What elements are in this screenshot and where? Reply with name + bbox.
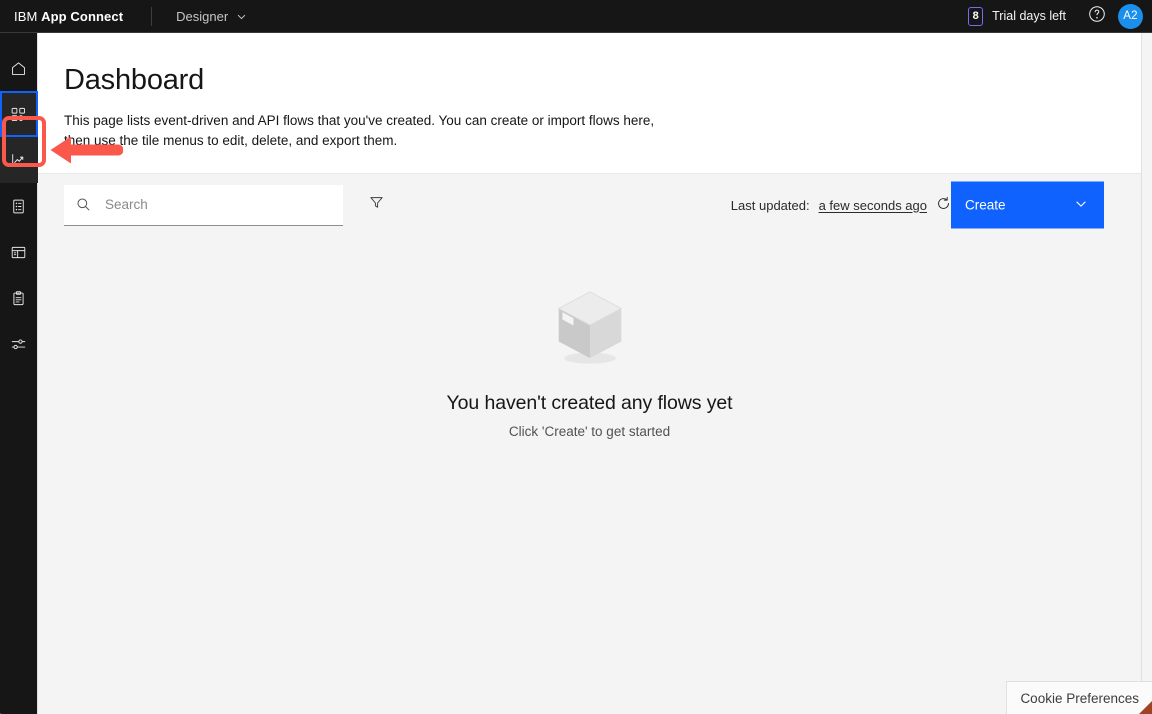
create-button[interactable]: Create <box>951 181 1104 229</box>
sidebar-item-dashboard[interactable] <box>0 91 38 137</box>
left-sidebar <box>0 33 38 714</box>
last-updated: Last updated: a few seconds ago <box>731 196 951 214</box>
designer-switcher-label: Designer <box>176 8 229 24</box>
page-scrollbar[interactable] <box>1141 33 1152 714</box>
sidebar-item-home[interactable] <box>0 45 38 91</box>
cookie-preferences-label: Cookie Preferences <box>1020 690 1139 706</box>
create-button-label: Create <box>965 197 1006 213</box>
search-field[interactable] <box>64 184 343 226</box>
sliders-icon <box>10 336 27 353</box>
search-input[interactable] <box>91 197 343 213</box>
designer-switcher[interactable]: Designer <box>176 9 247 24</box>
cookie-preferences-button[interactable]: Cookie Preferences <box>1006 681 1152 714</box>
empty-state-subtitle: Click 'Create' to get started <box>508 423 671 439</box>
brand-logo[interactable]: IBM App Connect <box>0 9 123 24</box>
sidebar-item-analytics[interactable] <box>0 137 38 183</box>
clipboard-icon <box>10 290 27 307</box>
help-circle-icon <box>1088 5 1106 28</box>
brand-product: App Connect <box>41 8 124 24</box>
chevron-down-icon <box>236 11 247 22</box>
empty-state: You haven't created any flows yet Click … <box>38 237 1141 439</box>
grid-apps-icon <box>10 106 27 123</box>
refresh-icon <box>936 196 951 214</box>
empty-state-title: You haven't created any flows yet <box>446 391 733 414</box>
header-divider <box>151 6 153 26</box>
trial-days-label: Trial days left <box>992 9 1066 23</box>
sidebar-item-apis[interactable] <box>0 229 38 275</box>
page-header: Dashboard This page lists event-driven a… <box>38 33 1141 174</box>
top-header: IBM App Connect Designer 8 Trial days le… <box>0 0 1152 33</box>
page-title: Dashboard <box>64 64 205 96</box>
refresh-button[interactable] <box>936 196 951 214</box>
filter-button[interactable] <box>356 185 397 226</box>
avatar[interactable]: A2 <box>1118 3 1143 29</box>
chevron-down-icon <box>1074 197 1088 214</box>
app-root: IBM App Connect Designer 8 Trial days le… <box>0 0 1152 714</box>
help-button[interactable] <box>1080 0 1114 33</box>
trial-status[interactable]: 8 Trial days left <box>968 6 1080 26</box>
last-updated-value: a few seconds ago <box>818 197 927 213</box>
sidebar-item-tasks[interactable] <box>0 275 38 321</box>
list-box-icon <box>10 198 27 215</box>
main-content: Dashboard This page lists event-driven a… <box>38 33 1141 714</box>
sidebar-item-settings[interactable] <box>0 321 38 367</box>
brand-ibm: IBM <box>14 8 38 24</box>
sidebar-item-catalog[interactable] <box>0 183 38 229</box>
search-icon <box>76 197 91 212</box>
layout-panel-icon <box>10 244 27 261</box>
filter-funnel-icon <box>369 195 384 215</box>
dashboard-toolbar: Last updated: a few seconds ago Create <box>38 174 1141 237</box>
last-updated-label: Last updated: <box>730 197 810 213</box>
page-description: This page lists event-driven and API flo… <box>64 113 655 149</box>
empty-box-icon <box>544 279 636 371</box>
home-icon <box>10 60 27 77</box>
trial-days-badge: 8 <box>968 6 984 26</box>
chart-line-icon <box>10 152 27 169</box>
